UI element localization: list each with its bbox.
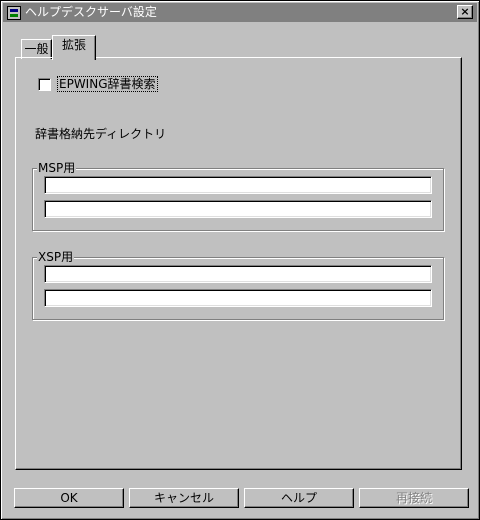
- epwing-checkbox-row[interactable]: EPWING辞書検索: [38, 76, 158, 92]
- app-icon: [7, 5, 21, 20]
- title-bar[interactable]: ヘルプデスクサーバ設定 ×: [3, 3, 477, 22]
- help-button[interactable]: ヘルプ: [244, 488, 354, 508]
- dictionary-directory-label: 辞書格納先ディレクトリ: [35, 127, 167, 141]
- xsp-dir-field-1[interactable]: [44, 265, 432, 283]
- xsp-groupbox: XSP用: [32, 250, 444, 320]
- window-title: ヘルプデスクサーバ設定: [25, 5, 157, 19]
- tab-extended[interactable]: 拡張: [52, 35, 96, 60]
- xsp-group-title: XSP用: [37, 250, 75, 264]
- ok-button[interactable]: OK: [14, 488, 124, 508]
- xsp-dir-field-2[interactable]: [44, 289, 432, 307]
- cancel-button[interactable]: キャンセル: [129, 488, 239, 508]
- dialog-window: ヘルプデスクサーバ設定 × 一般 拡張 EPWING辞書検索 辞書格納先ディレク…: [0, 0, 480, 520]
- msp-group-title: MSP用: [37, 161, 77, 175]
- msp-groupbox: MSP用: [32, 161, 444, 231]
- close-button[interactable]: ×: [457, 5, 473, 19]
- reconnect-button[interactable]: 再接続: [359, 488, 469, 508]
- tab-panel-extended: EPWING辞書検索 辞書格納先ディレクトリ MSP用 XSP用: [15, 57, 462, 470]
- tab-general[interactable]: 一般: [21, 39, 52, 59]
- msp-dir-field-2[interactable]: [44, 200, 432, 218]
- epwing-checkbox-label[interactable]: EPWING辞書検索: [57, 76, 158, 92]
- epwing-checkbox[interactable]: [38, 77, 51, 91]
- msp-dir-field-1[interactable]: [44, 176, 432, 194]
